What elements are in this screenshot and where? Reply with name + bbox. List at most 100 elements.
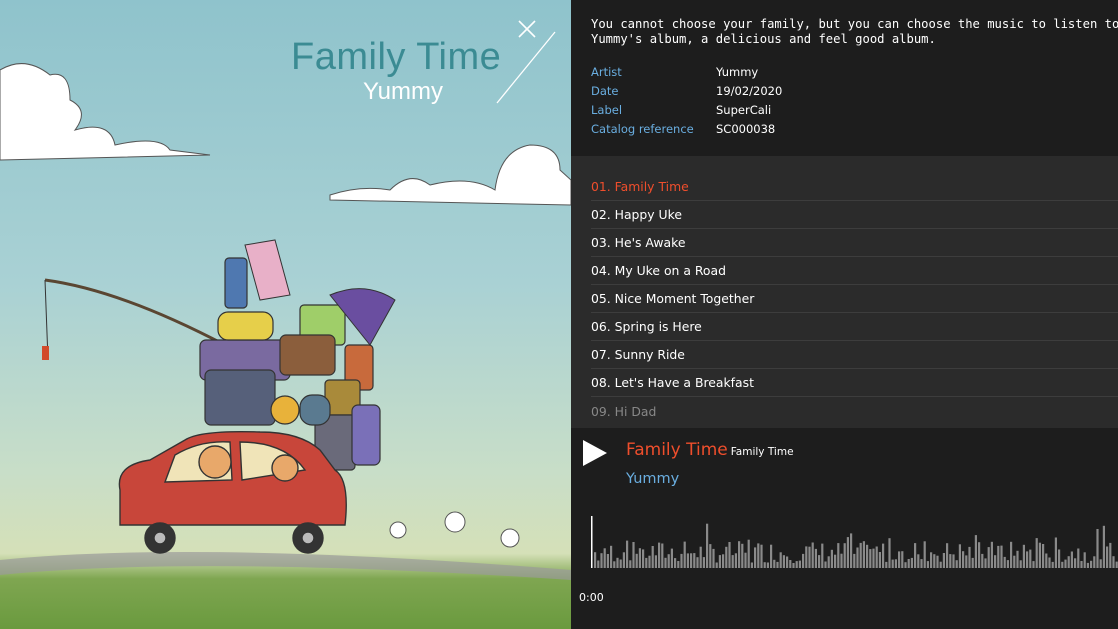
waveform-bar <box>715 562 718 568</box>
waveform-bar <box>747 539 750 568</box>
tracklist[interactable]: 01. Family Time 02. Happy Uke 03. He's A… <box>571 156 1118 428</box>
waveform-bar <box>1102 525 1105 568</box>
waveform-scrubber[interactable] <box>591 516 1118 568</box>
track-item[interactable]: 06. Spring is Here <box>591 313 1118 341</box>
playback-time: 0:00 <box>579 591 604 604</box>
waveform-bar <box>1016 550 1019 568</box>
waveform-bar <box>814 548 817 568</box>
cover-artist-name: Yummy <box>363 78 444 105</box>
waveform-bar <box>990 541 993 568</box>
waveform-bar <box>830 549 833 568</box>
close-icon[interactable] <box>514 16 540 42</box>
waveform-bar <box>1035 538 1038 568</box>
play-icon[interactable] <box>581 438 609 468</box>
waveform-bar <box>744 552 747 568</box>
track-item[interactable]: 09. Hi Dad <box>591 397 1118 425</box>
track-item[interactable]: 03. He's Awake <box>591 229 1118 257</box>
waveform-bar <box>763 562 766 568</box>
waveform-bar <box>738 541 741 568</box>
track-item[interactable]: 08. Let's Have a Breakfast <box>591 369 1118 397</box>
waveform-bar <box>968 546 971 568</box>
waveform-bar <box>754 547 757 568</box>
waveform-bar <box>978 542 981 568</box>
waveform-bar <box>1109 542 1112 568</box>
waveform-bar <box>1096 529 1099 568</box>
waveform-bar <box>1022 544 1025 568</box>
track-item[interactable]: 02. Happy Uke <box>591 201 1118 229</box>
waveform-bar <box>1048 557 1051 568</box>
waveform-bar <box>1038 542 1041 568</box>
waveform-bar <box>741 543 744 568</box>
waveform-bar <box>613 561 616 568</box>
waveform-bar <box>811 542 814 568</box>
waveform-bar <box>626 540 629 568</box>
waveform-bar <box>798 560 801 568</box>
now-playing-title: Family Time Family Time <box>626 440 794 460</box>
meta-value: 19/02/2020 <box>716 83 783 98</box>
waveform-bar <box>827 556 830 568</box>
waveform-bar <box>1106 546 1109 568</box>
album-description-line-1: You cannot choose your family, but you c… <box>591 17 1118 31</box>
meta-row-artist: Artist Yummy <box>591 62 782 81</box>
waveform-bar <box>914 543 917 568</box>
waveform-bar <box>1112 556 1115 568</box>
waveform-bar <box>776 561 779 568</box>
waveform-bar <box>728 542 731 568</box>
waveform-bar <box>1061 561 1064 568</box>
waveform-bar <box>1086 562 1089 568</box>
waveform-bar <box>773 559 776 568</box>
waveform-bar <box>866 544 869 568</box>
waveform-bar <box>981 553 984 568</box>
waveform-bar <box>1067 556 1070 568</box>
track-item[interactable]: 05. Nice Moment Together <box>591 285 1118 313</box>
waveform-bar <box>594 552 597 568</box>
waveform-bar <box>795 561 798 568</box>
waveform-bar <box>949 554 952 568</box>
waveform-bar <box>648 555 651 568</box>
cover-illustration <box>0 63 571 580</box>
waveform-bar <box>632 542 635 568</box>
waveform-bar <box>654 555 657 568</box>
waveform-bar <box>955 560 958 568</box>
waveform-bar <box>907 559 910 568</box>
waveform-bar <box>965 555 968 568</box>
track-item[interactable]: 04. My Uke on a Road <box>591 257 1118 285</box>
waveform-bar <box>1083 552 1086 568</box>
waveform-bar <box>680 553 683 568</box>
waveform-bar <box>1090 560 1093 568</box>
track-item[interactable]: 01. Family Time <box>591 173 1118 201</box>
waveform-bar <box>638 548 641 568</box>
waveform-bar <box>888 538 891 568</box>
waveform-bar <box>904 562 907 568</box>
playhead[interactable] <box>591 516 593 568</box>
waveform-bar <box>987 547 990 568</box>
waveform-bar <box>702 557 705 568</box>
waveform-bar <box>926 561 929 568</box>
waveform-bar <box>750 562 753 568</box>
waveform-bar <box>757 543 760 568</box>
track-item[interactable]: 07. Sunny Ride <box>591 341 1118 369</box>
waveform-bar <box>1115 561 1118 568</box>
waveform-bar <box>770 544 773 568</box>
waveform-bar <box>962 551 965 568</box>
waveform-bar <box>674 558 677 568</box>
waveform-bar <box>843 543 846 568</box>
waveform-bar <box>610 545 613 568</box>
waveform-bar <box>802 553 805 568</box>
waveform-bar <box>629 560 632 568</box>
waveform-bar <box>984 558 987 568</box>
waveform-bar <box>939 561 942 568</box>
waveform-bar <box>805 546 808 568</box>
waveform-bar <box>923 541 926 568</box>
now-playing-artist[interactable]: Yummy <box>626 471 679 487</box>
meta-row-label: Label SuperCali <box>591 100 782 119</box>
waveform-bar <box>824 561 827 568</box>
waveform-bar <box>917 554 920 568</box>
waveform-bar <box>958 544 961 568</box>
waveform-bar <box>1074 558 1077 568</box>
waveform-bar <box>760 544 763 568</box>
waveform-bar <box>878 552 881 568</box>
waveform-bar <box>930 552 933 568</box>
meta-value: Yummy <box>716 64 759 79</box>
waveform-bar <box>901 551 904 568</box>
